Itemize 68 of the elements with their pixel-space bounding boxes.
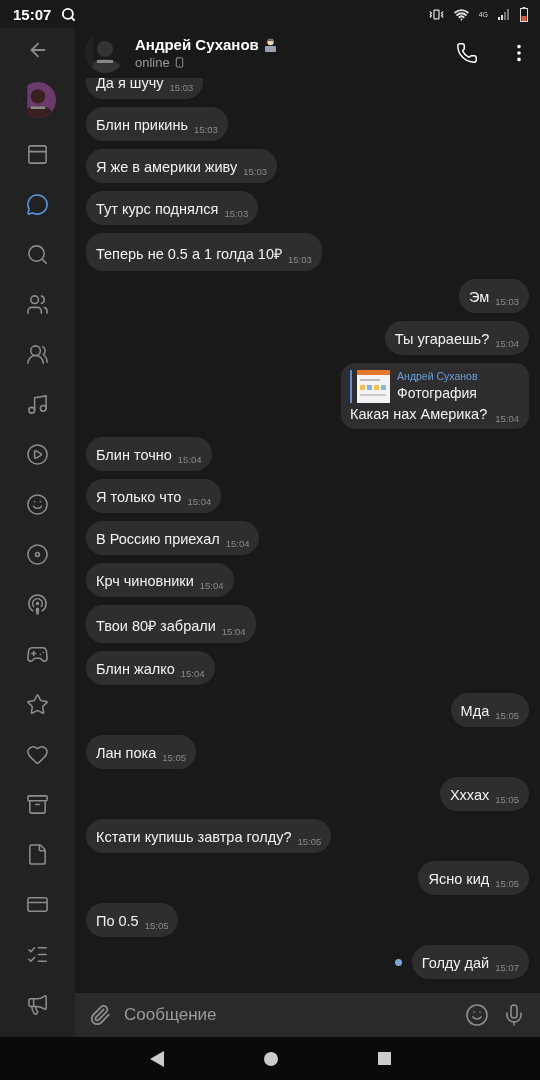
status-time: 15:07 xyxy=(13,5,52,23)
message-text: Тут курс поднялся xyxy=(96,201,219,217)
message-bubble[interactable]: По 0.5 15:05 xyxy=(86,903,179,937)
message-bubble[interactable]: Мда 15:05 xyxy=(450,693,529,727)
message-text: Твои 80₽ забрали xyxy=(96,617,216,635)
message-bubble[interactable]: Ты угараешь? 15:04 xyxy=(384,321,529,355)
message-bubble[interactable]: Крч чиновники 15:04 xyxy=(86,563,234,597)
message-time: 15:05 xyxy=(162,752,187,763)
reply-author: Андрей Суханов xyxy=(397,370,478,382)
message-text: Блин прикинь xyxy=(96,117,188,133)
message-text: Ты угараешь? xyxy=(394,331,490,347)
message-time: 15:03 xyxy=(243,166,267,177)
message-text: Да я шучу xyxy=(96,78,164,91)
message-bubble[interactable]: Блин прикинь 15:03 xyxy=(86,107,228,141)
message-time: 15:05 xyxy=(495,794,519,805)
message-time: 15:04 xyxy=(180,668,205,679)
message-text: Теперь не 0.5 а 1 голда 10₽ xyxy=(96,245,282,263)
message-text: Блин жалко xyxy=(96,661,175,677)
message-text: По 0.5 xyxy=(96,913,139,929)
message-bubble[interactable]: Лан пока 15:05 xyxy=(86,735,197,769)
message-time: 15:05 xyxy=(297,836,322,847)
message-time: 15:04 xyxy=(187,496,212,507)
message-bubble[interactable]: Блин точно 15:04 xyxy=(86,437,212,471)
message-time: 15:03 xyxy=(224,208,249,219)
message-bubble[interactable]: Кстати купишь завтра голду? 15:05 xyxy=(86,819,332,853)
message-bubble[interactable]: Эм 15:03 xyxy=(459,279,529,313)
message-bubble[interactable]: Ясно кид 15:05 xyxy=(418,861,529,895)
reply-text: Фотография xyxy=(397,385,478,401)
message-bubble[interactable]: Хххах 15:05 xyxy=(439,777,529,811)
message-time: 15:05 xyxy=(495,710,519,721)
message-time: 15:07 xyxy=(495,962,519,973)
message-text: Голду дай xyxy=(421,955,490,971)
message-bubble[interactable]: Андрей Суханов Фотография Какая нах Америка? 15:04 xyxy=(341,363,529,429)
message-bubble[interactable]: Теперь не 0.5 а 1 голда 10₽ 15:03 xyxy=(86,233,322,271)
contact-name: Андрей Суханов xyxy=(135,36,259,53)
message-text: Эм xyxy=(469,289,490,305)
message-time: 15:03 xyxy=(288,254,312,265)
message-time: 15:04 xyxy=(495,413,519,424)
message-bubble[interactable]: Тут курс поднялся 15:03 xyxy=(86,191,259,225)
message-time: 15:05 xyxy=(144,920,169,931)
message-text: Я только что xyxy=(96,489,182,505)
online-status: online xyxy=(135,55,170,70)
message-text: Крч чиновники xyxy=(96,573,194,589)
message-bubble[interactable]: Блин жалко 15:04 xyxy=(86,651,215,685)
message-text: Какая нах Америка? xyxy=(350,406,488,422)
message-text: В Россию приехал xyxy=(96,531,220,547)
message-text: Лан пока xyxy=(96,745,157,761)
message-time: 15:04 xyxy=(199,580,224,591)
message-time: 15:04 xyxy=(177,454,202,465)
message-bubble[interactable]: Да я шучу 15:03 xyxy=(86,78,204,99)
message-text: Хххах xyxy=(449,787,490,803)
message-text: Блин точно xyxy=(96,447,172,463)
message-time: 15:03 xyxy=(169,82,194,93)
message-time: 15:03 xyxy=(495,296,519,307)
message-time: 15:04 xyxy=(221,626,246,637)
message-time: 15:03 xyxy=(194,124,218,135)
message-bubble[interactable]: Голду дай 15:07 xyxy=(411,945,529,979)
message-bubble[interactable]: Я только что 15:04 xyxy=(86,479,222,513)
message-time: 15:04 xyxy=(225,538,250,549)
message-bubble[interactable]: Я же в америки живу 15:03 xyxy=(86,149,277,183)
message-time: 15:05 xyxy=(495,878,519,889)
message-time: 15:04 xyxy=(495,338,519,349)
message-text: Ясно кид xyxy=(428,871,490,887)
message-text: Я же в америки живу xyxy=(96,159,238,175)
message-text: Мда xyxy=(460,703,490,719)
message-bubble[interactable]: В Россию приехал 15:04 xyxy=(86,521,260,555)
message-bubble[interactable]: Твои 80₽ забрали 15:04 xyxy=(86,605,256,643)
message-text: Кстати купишь завтра голду? xyxy=(96,829,292,845)
